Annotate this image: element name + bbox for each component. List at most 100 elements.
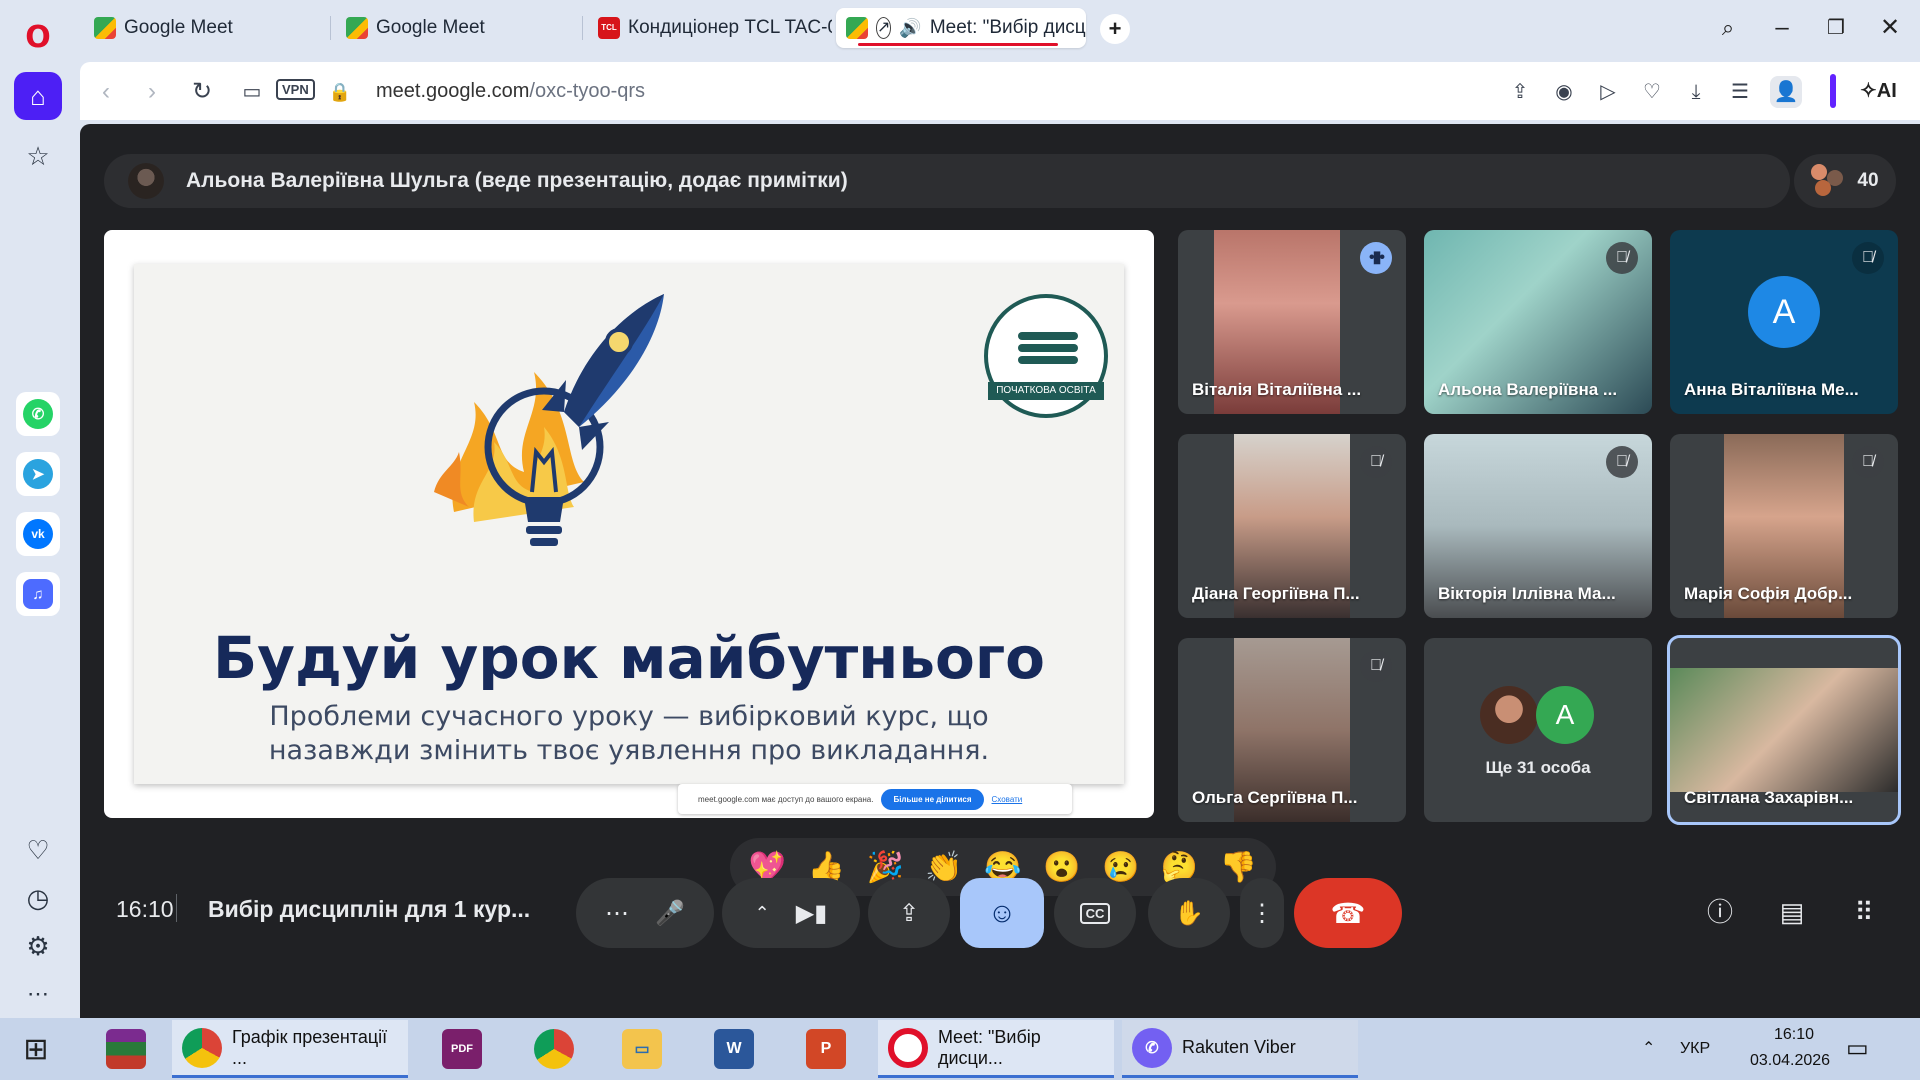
google-meet-icon — [846, 17, 868, 39]
share-icon[interactable]: ⇪ — [1504, 76, 1536, 108]
vpn-badge[interactable]: VPN — [276, 79, 315, 100]
leave-call-button[interactable]: ☎ — [1294, 878, 1402, 948]
url-domain: meet.google.com — [376, 80, 530, 102]
winrar-icon — [106, 1029, 146, 1069]
activities-grid-icon[interactable]: ⠿ — [1844, 892, 1884, 932]
tray-chevron-icon[interactable]: ⌃ — [1642, 1038, 1655, 1058]
participant-name: Анна Віталіївна Ме... — [1684, 380, 1859, 399]
present-screen-button[interactable]: ⇪ — [868, 878, 950, 948]
music-player-icon[interactable]: ♫ — [16, 572, 60, 616]
close-icon[interactable]: ✕ — [1870, 10, 1910, 46]
word-taskbar-icon[interactable]: W — [704, 1020, 764, 1078]
taskbar-viber[interactable]: ✆ Rakuten Viber — [1122, 1020, 1358, 1078]
tab-meet-active[interactable]: ↗ 🔊 Meet: "Вибір дисци — [836, 8, 1086, 48]
snapshot-icon[interactable]: ◉ — [1548, 76, 1580, 108]
meeting-info-icon[interactable]: ⓘ — [1700, 892, 1740, 932]
forward-icon[interactable]: › — [136, 76, 168, 108]
reload-icon[interactable]: ↻ — [186, 76, 218, 108]
profile-icon[interactable]: 👤 — [1770, 76, 1802, 108]
more-options-button[interactable]: ⋮ — [1240, 878, 1284, 948]
popout-icon[interactable]: ↗ — [876, 17, 892, 39]
participant-tile[interactable]: 🎙̸ Марія Софія Добр... — [1670, 434, 1898, 618]
screen-share-notice: meet.google.com має доступ до вашого екр… — [678, 784, 1072, 814]
mic-off-icon: 🎙̸ — [1606, 446, 1638, 478]
winrar-taskbar-icon[interactable] — [96, 1020, 156, 1078]
tab-google-meet-1[interactable]: Google Meet — [84, 8, 324, 48]
taskbar-opera-meet[interactable]: Meet: "Вибір дисци... — [878, 1020, 1114, 1078]
opera-logo-icon[interactable]: O — [18, 18, 58, 58]
more-dots-icon[interactable]: ⋯ — [14, 970, 62, 1018]
language-indicator[interactable]: УКР — [1680, 1040, 1710, 1058]
raise-hand-button[interactable]: ✋ — [1148, 878, 1230, 948]
whatsapp-icon[interactable]: ✆ — [16, 392, 60, 436]
file-explorer-taskbar-icon[interactable]: ▭ — [612, 1020, 672, 1078]
participant-tile[interactable]: 🎙̸ Ольга Сергіївна П... — [1178, 638, 1406, 822]
tab-tcl-conditioner[interactable]: TCL Кондиціонер TCL TAC-09 — [588, 8, 832, 48]
notifications-icon[interactable]: ▭ — [1846, 1034, 1869, 1063]
favorite-heart-icon[interactable]: ♡ — [1636, 76, 1668, 108]
heart-icon[interactable]: ♡ — [14, 826, 62, 874]
reaction-clap[interactable]: 👏 — [925, 850, 962, 885]
captions-icon: CC — [1079, 902, 1111, 924]
minimize-icon[interactable]: – — [1762, 10, 1802, 46]
powerpoint-taskbar-icon[interactable]: P — [796, 1020, 856, 1078]
reaction-surprised[interactable]: 😮 — [1043, 850, 1080, 885]
browser-tab-strip: O Google Meet Google Meet TCL Кондиціоне… — [0, 0, 1920, 58]
taskbar-chrome-presentation[interactable]: Графік презентації ... — [172, 1020, 408, 1078]
avatar — [128, 163, 164, 199]
clock-time[interactable]: 16:10 — [1748, 1026, 1840, 1044]
participant-tile[interactable]: A 🎙̸ Анна Віталіївна Ме... — [1670, 230, 1898, 414]
captions-button[interactable]: CC — [1054, 878, 1136, 948]
home-icon[interactable]: ⌂ — [14, 72, 62, 120]
participant-tile[interactable]: 🎙̸ Вікторія Іллівна Ма... — [1424, 434, 1652, 618]
easy-setup-icon[interactable]: ☰ — [1724, 76, 1756, 108]
ai-button[interactable]: ✧AI — [1860, 78, 1897, 103]
vk-icon[interactable]: vk — [16, 512, 60, 556]
participant-tile[interactable]: 🎙̸ Альона Валеріївна ... — [1424, 230, 1652, 414]
tab-separator — [330, 16, 331, 40]
course-badge-logo: ПОЧАТКОВА ОСВІТА — [984, 294, 1108, 418]
telegram-icon[interactable]: ➤ — [16, 452, 60, 496]
presentation-slide: ПОЧАТКОВА ОСВІТА Будуй урок майбутнього … — [134, 264, 1124, 784]
clock-date[interactable]: 03.04.2026 — [1736, 1052, 1844, 1070]
download-icon[interactable]: ⤓ — [1680, 76, 1712, 108]
emoji-icon: ☺ — [987, 897, 1017, 928]
camera-snapshot-icon[interactable]: ▭ — [236, 76, 268, 108]
windows-start-icon[interactable]: ⊞ — [0, 1020, 72, 1078]
participant-tile[interactable]: •▮• Віталія Віталіївна ... — [1178, 230, 1406, 414]
participants-button[interactable]: 40 — [1794, 154, 1896, 208]
play-icon[interactable]: ▷ — [1592, 76, 1624, 108]
mic-icon[interactable]: 🎤 — [655, 899, 685, 928]
audio-options-icon[interactable]: ⋯ — [605, 899, 629, 928]
star-icon[interactable]: ☆ — [14, 132, 62, 180]
tab-google-meet-2[interactable]: Google Meet — [336, 8, 576, 48]
chat-icon[interactable]: ▤ — [1772, 892, 1812, 932]
back-icon[interactable]: ‹ — [90, 76, 122, 108]
pdf-app-taskbar-icon[interactable]: PDF — [432, 1020, 492, 1078]
participants-avatars — [1811, 164, 1845, 198]
participant-tile-self[interactable]: Світлана Захарівн... — [1667, 635, 1901, 825]
more-vert-icon: ⋮ — [1250, 899, 1274, 927]
speaker-icon[interactable]: 🔊 — [899, 18, 921, 39]
search-tabs-icon[interactable]: ⌕ — [1708, 10, 1748, 46]
url-field[interactable]: meet.google.com/oxc-tyoo-qrs — [376, 80, 645, 103]
chevron-up-icon[interactable]: ⌃ — [755, 903, 770, 924]
slide-title: Будуй урок майбутнього — [212, 624, 1046, 692]
send-reaction-button[interactable]: ☺ — [960, 878, 1044, 948]
aria-divider — [1830, 74, 1836, 108]
avatar: A — [1536, 686, 1594, 744]
history-icon[interactable]: ◷ — [14, 874, 62, 922]
lock-icon[interactable]: 🔒 — [324, 76, 356, 108]
camera-icon[interactable]: ▶︎▮ — [796, 899, 828, 928]
chrome-taskbar-icon[interactable] — [524, 1020, 584, 1078]
avatar: A — [1748, 276, 1820, 348]
hide-notice-link[interactable]: Сховати — [992, 795, 1023, 804]
new-tab-button[interactable]: + — [1100, 14, 1130, 44]
share-notice-text: meet.google.com має доступ до вашого екр… — [698, 794, 874, 804]
participant-tile[interactable]: 🎙̸ Діана Георгіївна П... — [1178, 434, 1406, 618]
stop-sharing-button[interactable]: Більше не ділитися — [881, 788, 984, 810]
mic-off-icon: 🎙̸ — [1606, 242, 1638, 274]
restore-icon[interactable]: ❐ — [1816, 10, 1856, 46]
more-participants-tile[interactable]: A Ще 31 особа — [1424, 638, 1652, 822]
settings-gear-icon[interactable]: ⚙ — [14, 922, 62, 970]
